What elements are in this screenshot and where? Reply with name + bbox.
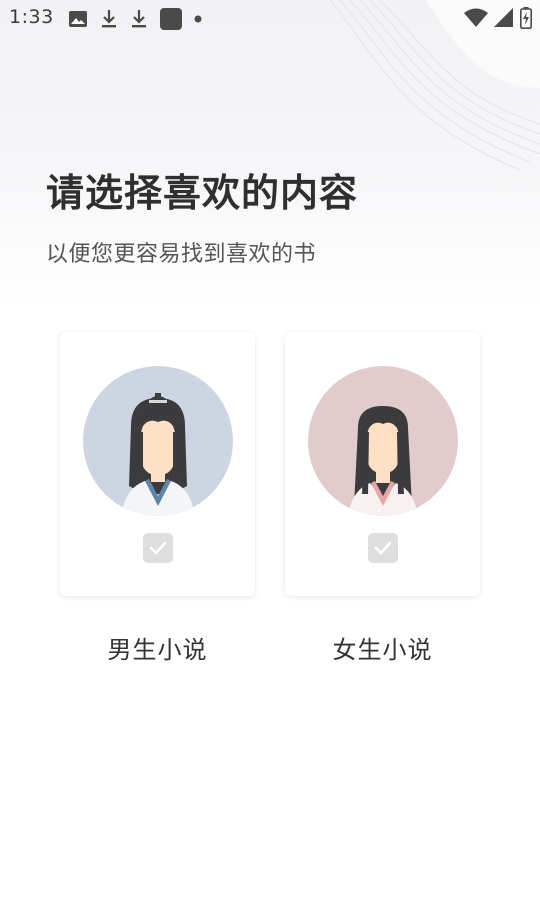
check-icon (374, 541, 392, 555)
dot-icon (194, 15, 202, 23)
wifi-icon (464, 8, 488, 27)
page-title: 请选择喜欢的内容 (46, 171, 359, 215)
status-time: 1:33 (9, 6, 54, 28)
female-novel-card[interactable] (285, 332, 480, 596)
check-icon (149, 541, 167, 555)
status-bar: 1:33 (0, 0, 540, 36)
page-subtitle: 以便您更容易找到喜欢的书 (46, 242, 317, 267)
male-checkbox[interactable] (143, 533, 173, 563)
signal-icon (494, 8, 513, 27)
battery-charging-icon (520, 7, 532, 29)
download-icon (102, 10, 116, 28)
male-novel-label[interactable]: 男生小说 (60, 630, 255, 665)
female-checkbox[interactable] (368, 533, 398, 563)
female-novel-label[interactable]: 女生小说 (285, 630, 480, 665)
image-icon (69, 11, 87, 27)
male-novel-card[interactable] (60, 332, 255, 596)
female-avatar-icon (308, 366, 458, 516)
app-icon (160, 8, 182, 30)
download-icon (132, 10, 146, 28)
male-avatar-icon (83, 366, 233, 516)
